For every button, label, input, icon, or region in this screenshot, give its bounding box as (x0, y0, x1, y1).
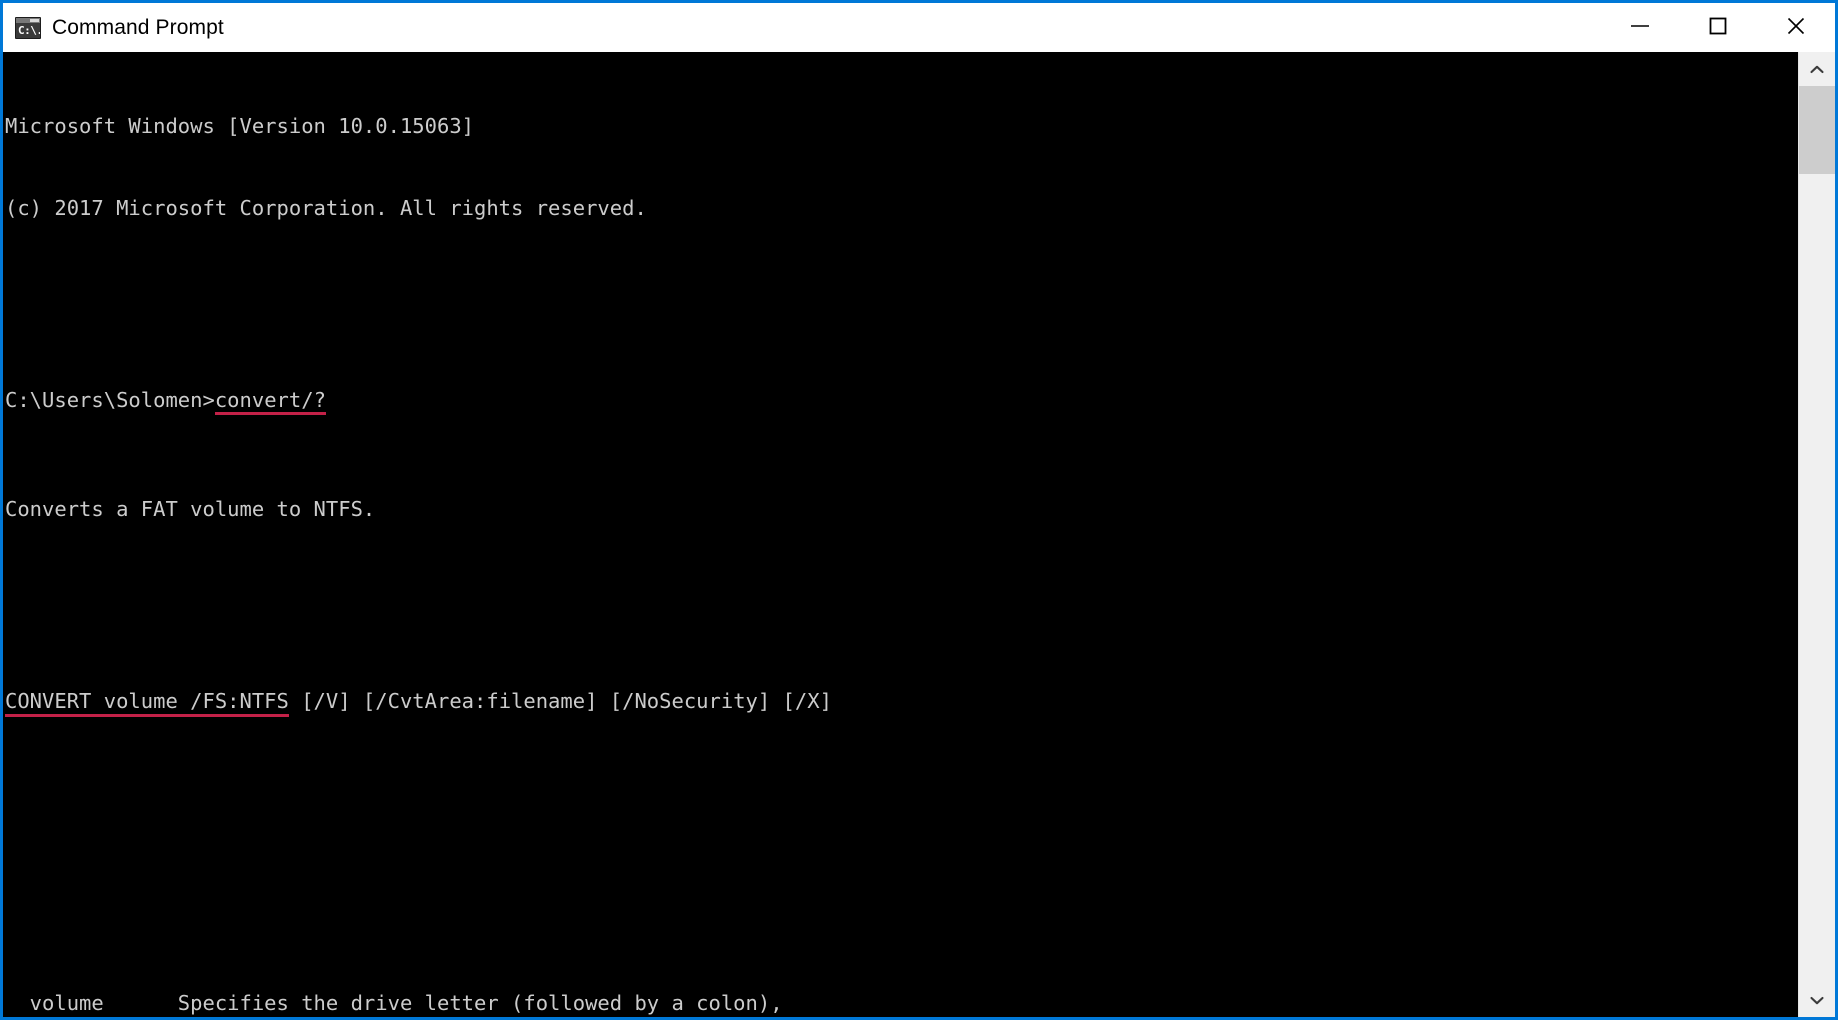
console-line: volume Specifies the drive letter (follo… (5, 990, 783, 1015)
scrollbar-thumb[interactable] (1799, 86, 1835, 174)
console-output[interactable]: Microsoft Windows [Version 10.0.15063] (… (3, 52, 1798, 1017)
scroll-down-button[interactable] (1799, 983, 1835, 1017)
prompt-text: C:\Users\Solomen> (5, 387, 215, 412)
minimize-button[interactable] (1601, 3, 1679, 49)
command-prompt-icon: C:\. (15, 16, 41, 39)
title-bar-left: C:\. Command Prompt (3, 3, 224, 52)
console-line: Converts a FAT volume to NTFS. (5, 497, 376, 522)
console-syntax-line: CONVERT volume /FS:NTFS [/V] [/CvtArea:f… (5, 688, 1798, 718)
typed-command: convert/? (214, 387, 327, 416)
maximize-icon (1709, 17, 1727, 35)
maximize-button[interactable] (1679, 3, 1757, 49)
vertical-scrollbar[interactable] (1798, 52, 1835, 1017)
scroll-up-arrow-icon (1810, 65, 1824, 73)
title-bar[interactable]: C:\. Command Prompt (3, 3, 1835, 52)
close-button[interactable] (1757, 3, 1835, 49)
command-prompt-window: C:\. Command Prompt Microsoft Windows [V… (0, 0, 1838, 1020)
scroll-up-button[interactable] (1799, 52, 1835, 86)
console-area: Microsoft Windows [Version 10.0.15063] (… (3, 52, 1835, 1017)
console-line: Microsoft Windows [Version 10.0.15063] (5, 113, 474, 138)
window-controls (1601, 3, 1835, 52)
icon-prompt-text: C:\. (18, 23, 41, 37)
close-icon (1787, 17, 1805, 35)
scroll-down-arrow-icon (1810, 996, 1824, 1004)
console-command-line: C:\Users\Solomen>convert/? (5, 387, 1798, 416)
scrollbar-track[interactable] (1799, 86, 1835, 983)
syntax-underlined-part: CONVERT volume /FS:NTFS (5, 688, 289, 718)
minimize-icon (1631, 25, 1649, 27)
console-line: (c) 2017 Microsoft Corporation. All righ… (5, 196, 647, 221)
icon-dots (30, 18, 39, 22)
window-title: Command Prompt (52, 15, 224, 39)
syntax-rest: [/V] [/CvtArea:filename] [/NoSecurity] [… (288, 689, 832, 714)
